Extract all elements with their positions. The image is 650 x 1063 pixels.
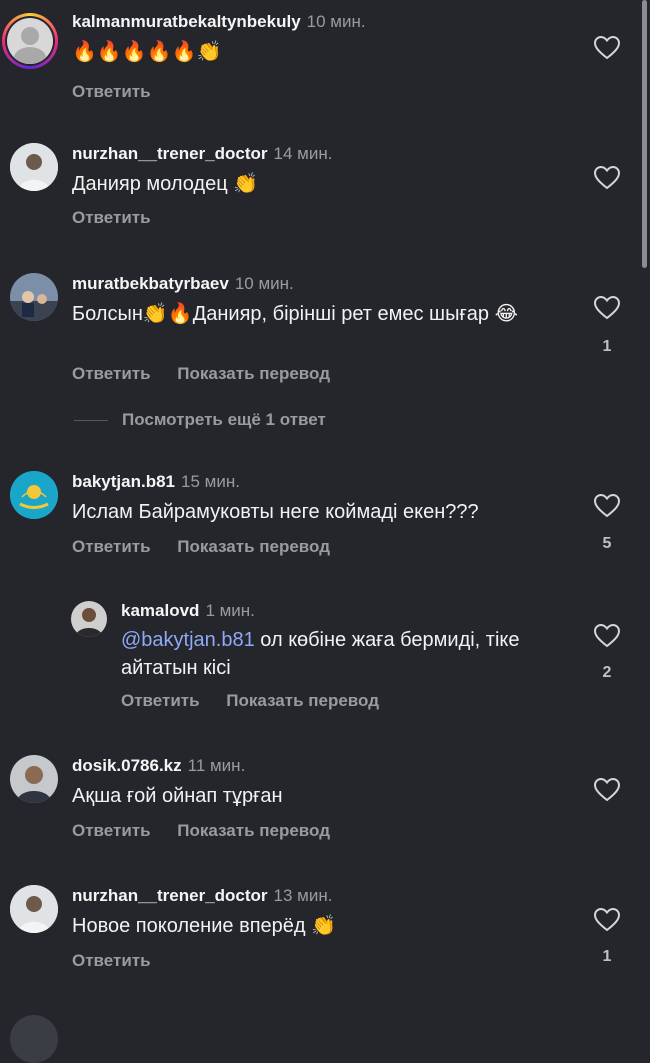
- translate-button[interactable]: Показать перевод: [177, 364, 330, 383]
- avatar[interactable]: [10, 471, 58, 519]
- comment-text: Болсын👏🔥Данияр, бірінші рет емес шығар 😂: [72, 303, 518, 325]
- like-count: 1: [602, 338, 612, 355]
- reply-button[interactable]: Ответить: [72, 364, 151, 383]
- comment-text: Данияр молодец 👏: [72, 173, 259, 195]
- reply-button[interactable]: Ответить: [72, 208, 151, 227]
- story-ring[interactable]: [2, 13, 58, 69]
- avatar[interactable]: [10, 755, 58, 803]
- comment-text: Ислам Байрамуковты неге коймаді екен???: [72, 501, 479, 523]
- reply-button[interactable]: Ответить: [72, 821, 151, 840]
- comment-text: Новое поколение вперёд 👏: [72, 915, 337, 937]
- scrollbar[interactable]: [642, 0, 647, 268]
- like-count: 1: [602, 948, 612, 965]
- username[interactable]: nurzhan__trener_doctor: [72, 886, 268, 905]
- view-more-label: Посмотреть ещё 1 ответ: [122, 410, 326, 429]
- timestamp: 14 мин.: [273, 144, 333, 163]
- timestamp: 10 мин.: [234, 274, 294, 293]
- timestamp: 13 мин.: [273, 886, 333, 905]
- avatar[interactable]: [10, 143, 58, 191]
- mention-link[interactable]: @bakytjan.b81: [121, 629, 255, 651]
- username[interactable]: dosik.0786.kz: [72, 756, 182, 775]
- reply-button[interactable]: Ответить: [72, 951, 151, 970]
- reply-button[interactable]: Ответить: [72, 82, 151, 101]
- avatar[interactable]: [10, 273, 58, 321]
- translate-button[interactable]: Показать перевод: [226, 691, 379, 710]
- heart-icon[interactable]: [594, 36, 620, 60]
- comment-text: @bakytjan.b81 ол көбіне жаға бермиді, ті…: [121, 626, 561, 682]
- username[interactable]: kamalovd: [121, 601, 199, 620]
- timestamp: 15 мин.: [181, 472, 240, 491]
- username[interactable]: bakytjan.b81: [72, 472, 175, 491]
- translate-button[interactable]: Показать перевод: [177, 537, 330, 556]
- like-count: 5: [602, 535, 612, 552]
- avatar[interactable]: [10, 885, 58, 933]
- comment-text: Ақша ғой ойнап тұрған: [72, 785, 283, 807]
- heart-icon[interactable]: [594, 624, 620, 648]
- divider-line: [74, 420, 108, 422]
- timestamp: 11 мин.: [187, 756, 246, 775]
- view-more-replies[interactable]: Посмотреть ещё 1 ответ: [74, 410, 326, 430]
- avatar[interactable]: [71, 601, 107, 637]
- timestamp: 10 мин.: [306, 12, 366, 31]
- heart-icon[interactable]: [594, 166, 620, 190]
- reply-button[interactable]: Ответить: [121, 691, 200, 710]
- username[interactable]: muratbekbatyrbaev: [72, 274, 229, 293]
- avatar[interactable]: [7, 18, 53, 64]
- heart-icon[interactable]: [594, 494, 620, 518]
- avatar[interactable]: [10, 1015, 58, 1063]
- username[interactable]: kalmanmuratbekaltynbekuly: [72, 12, 301, 31]
- like-count: 2: [602, 664, 612, 681]
- comment-text: 🔥🔥🔥🔥🔥👏: [72, 41, 222, 63]
- translate-button[interactable]: Показать перевод: [177, 821, 330, 840]
- heart-icon[interactable]: [594, 778, 620, 802]
- heart-icon[interactable]: [594, 296, 620, 320]
- heart-icon[interactable]: [594, 908, 620, 932]
- timestamp: 1 мин.: [205, 601, 255, 620]
- username[interactable]: nurzhan__trener_doctor: [72, 144, 268, 163]
- reply-button[interactable]: Ответить: [72, 537, 151, 556]
